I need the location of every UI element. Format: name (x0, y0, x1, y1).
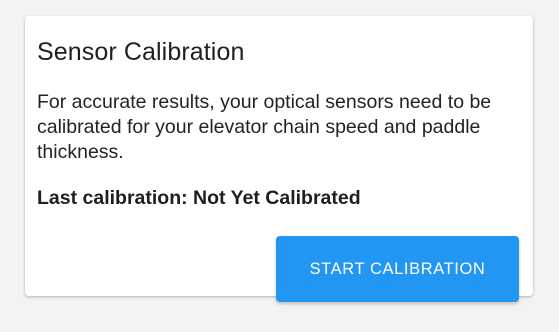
card-title: Sensor Calibration (37, 38, 245, 66)
last-calibration-status: Last calibration: Not Yet Calibrated (37, 187, 361, 209)
sensor-calibration-card: Sensor Calibration For accurate results,… (25, 16, 533, 302)
start-calibration-button[interactable]: START CALIBRATION (276, 236, 519, 302)
card-description: For accurate results, your optical senso… (37, 91, 492, 163)
